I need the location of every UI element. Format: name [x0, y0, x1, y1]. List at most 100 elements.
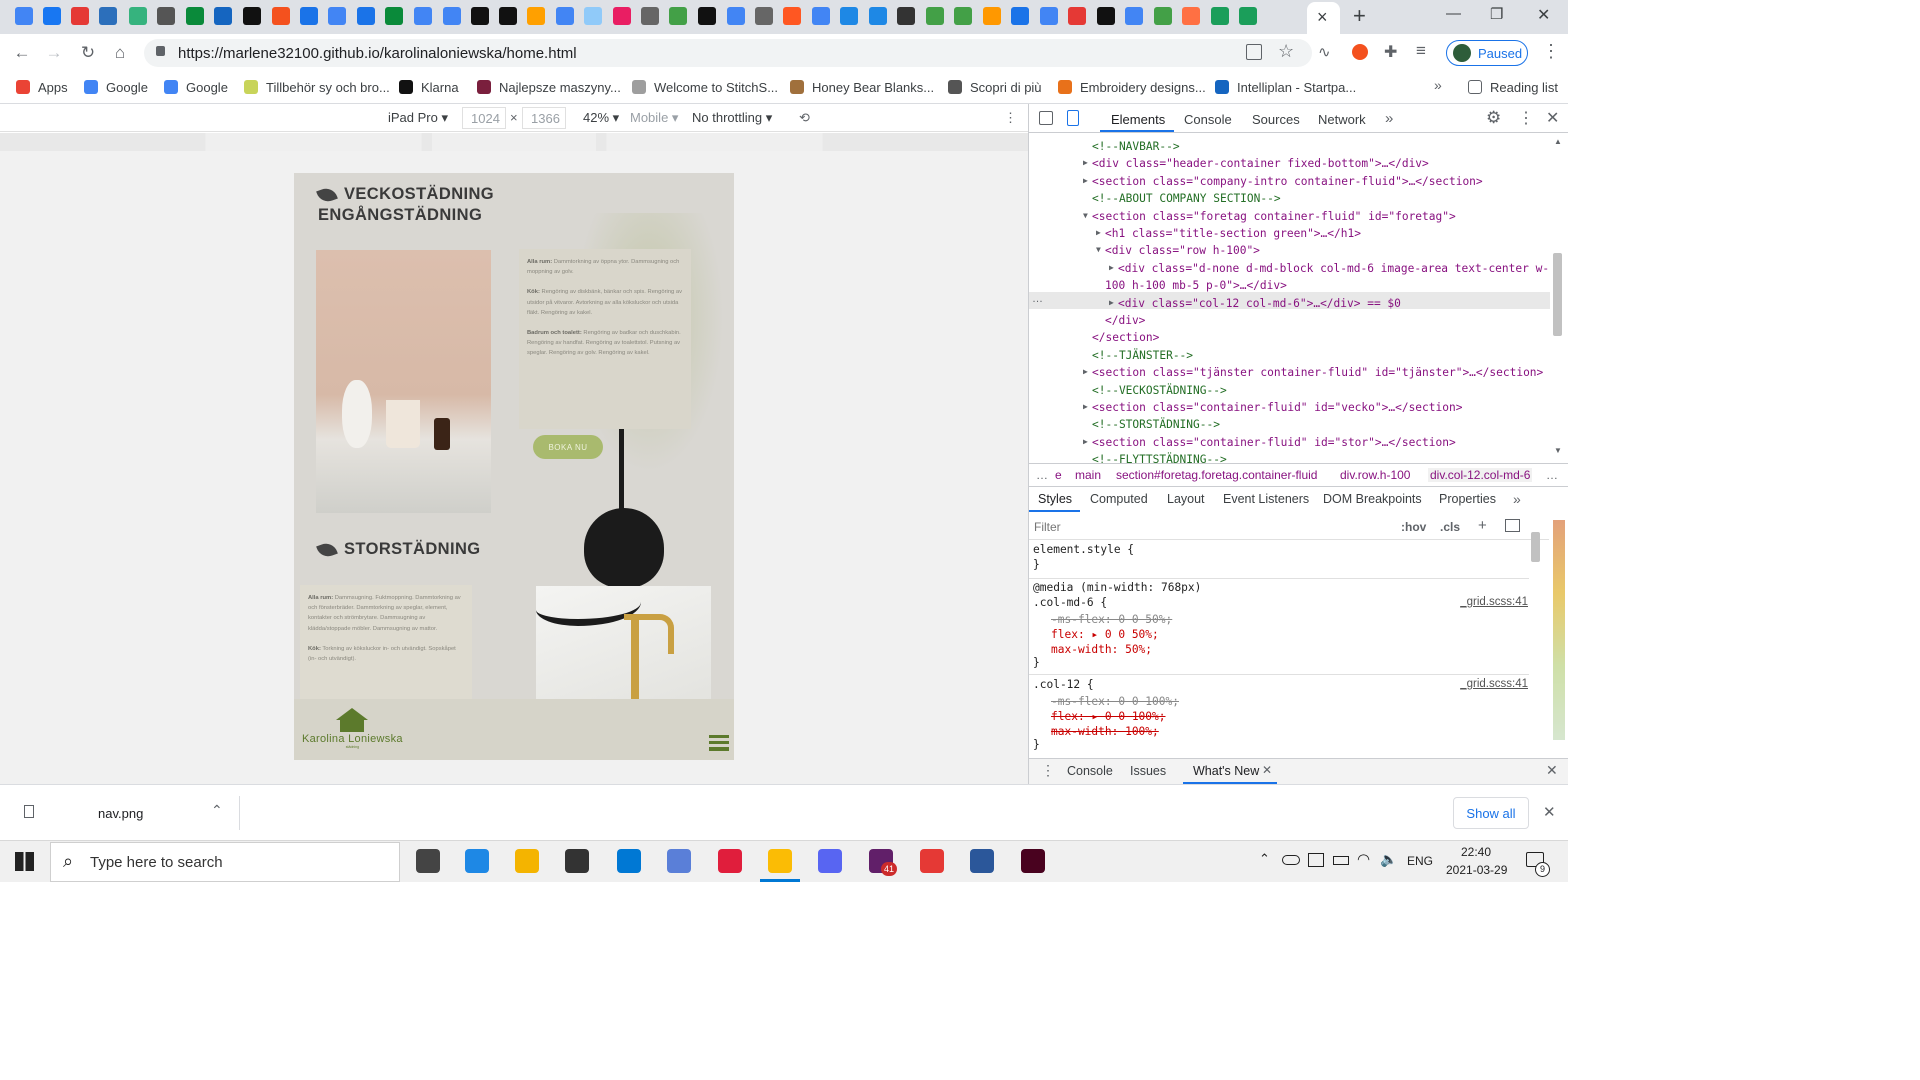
clock-date[interactable]: 2021-03-29 — [1446, 863, 1507, 877]
chrome-icon[interactable] — [768, 849, 792, 873]
bookmark-item[interactable]: Google — [164, 78, 228, 96]
active-tab[interactable]: × — [1307, 2, 1340, 34]
styles-filter-input[interactable] — [1034, 518, 1389, 536]
discord-icon[interactable] — [818, 849, 842, 873]
dom-node[interactable]: ▶ <div class="col-12 col-md-6">…</div> ==… — [1109, 297, 1401, 310]
tab-favicon-icon[interactable] — [1040, 7, 1058, 25]
styles-scrollbar[interactable] — [1531, 532, 1540, 562]
tab-favicon-icon[interactable] — [840, 7, 858, 25]
style-line[interactable]: flex: ▸ 0 0 50%; — [1033, 628, 1159, 641]
device-toggle-icon[interactable] — [1067, 110, 1079, 126]
opera-icon[interactable] — [718, 849, 742, 873]
tab-favicon-icon[interactable] — [71, 7, 89, 25]
tab-favicon-icon[interactable] — [698, 7, 716, 25]
breadcrumb-item[interactable]: e — [1055, 468, 1062, 482]
tab-favicon-icon[interactable] — [1068, 7, 1086, 25]
tab-favicon-icon[interactable] — [300, 7, 318, 25]
styles-tab[interactable]: Layout — [1167, 492, 1205, 506]
dom-node[interactable]: </section> — [1092, 331, 1159, 344]
bookmark-item[interactable]: Klarna — [399, 78, 459, 96]
tab-favicon-icon[interactable] — [414, 7, 432, 25]
bookmark-item[interactable]: Apps — [16, 78, 68, 96]
close-whats-new-icon[interactable]: ✕ — [1262, 763, 1272, 777]
style-line[interactable]: @media (min-width: 768px) — [1033, 581, 1201, 594]
expand-arrow-icon[interactable]: ▶ — [1109, 263, 1114, 272]
reading-list-button[interactable]: Reading list — [1468, 78, 1558, 96]
tab-favicon-icon[interactable] — [897, 7, 915, 25]
cls-toggle[interactable]: .cls — [1440, 520, 1460, 534]
tab-favicon-icon[interactable] — [926, 7, 944, 25]
dom-node[interactable]: </div> — [1105, 314, 1145, 327]
inspect-element-icon[interactable] — [1039, 111, 1053, 125]
task-view-icon[interactable] — [416, 849, 440, 873]
devtools-tab[interactable]: Elements — [1111, 112, 1165, 127]
extensions-puzzle-icon[interactable]: ✚ — [1384, 42, 1397, 62]
tab-favicon-icon[interactable] — [186, 7, 204, 25]
style-line[interactable]: } — [1033, 656, 1040, 669]
tab-favicon-icon[interactable] — [1125, 7, 1143, 25]
language-indicator[interactable]: ENG — [1407, 854, 1433, 868]
breadcrumb-item[interactable]: … — [1546, 468, 1558, 482]
tab-favicon-icon[interactable] — [584, 7, 602, 25]
devtools-more-tabs[interactable]: » — [1385, 110, 1393, 127]
wifi-icon[interactable]: ◠ — [1357, 850, 1370, 868]
bookmark-item[interactable]: Honey Bear Blanks... — [790, 78, 934, 96]
style-line[interactable]: max-width: 100%; — [1033, 725, 1159, 738]
devtools-menu-icon[interactable]: ⋮ — [1518, 108, 1534, 128]
tab-favicon-icon[interactable] — [272, 7, 290, 25]
styles-pane[interactable]: element.style {} @media (min-width: 768px… — [1029, 543, 1529, 758]
dom-node[interactable]: <!--STORSTÄDNING--> — [1092, 418, 1220, 431]
reload-icon[interactable]: ↻ — [77, 42, 99, 64]
tab-favicon-icon[interactable] — [1211, 7, 1229, 25]
style-line[interactable]: } — [1033, 738, 1040, 751]
expand-arrow-icon[interactable]: ▼ — [1083, 211, 1088, 220]
hov-toggle[interactable]: :hov — [1401, 520, 1426, 534]
close-window-button[interactable]: ✕ — [1537, 5, 1550, 25]
dom-node[interactable]: <!--TJÄNSTER--> — [1092, 349, 1193, 362]
tab-favicon-icon[interactable] — [641, 7, 659, 25]
dom-node[interactable]: <!--VECKOSTÄDNING--> — [1092, 384, 1227, 397]
dom-node[interactable]: ▶ <section class="tjänster container-flui… — [1083, 366, 1543, 379]
tab-favicon-icon[interactable] — [527, 7, 545, 25]
tab-favicon-icon[interactable] — [243, 7, 261, 25]
media-queue-icon[interactable]: ≡ — [1416, 41, 1426, 61]
tab-favicon-icon[interactable] — [1154, 7, 1172, 25]
bookmark-item[interactable]: Scopri di più — [948, 78, 1042, 96]
book-now-button[interactable]: BOKA NU — [533, 435, 603, 459]
tab-favicon-icon[interactable] — [556, 7, 574, 25]
tab-favicon-icon[interactable] — [727, 7, 745, 25]
drawer-tab[interactable]: What's New — [1193, 764, 1259, 778]
bookmark-item[interactable]: Google — [84, 78, 148, 96]
new-rule-icon[interactable]: + — [1478, 517, 1487, 534]
mail-icon[interactable] — [617, 849, 641, 873]
bookmark-item[interactable]: Najlepsze maszyny... — [477, 78, 621, 96]
tab-favicon-icon[interactable] — [385, 7, 403, 25]
expand-arrow-icon[interactable]: ▶ — [1083, 437, 1088, 446]
tab-favicon-icon[interactable] — [328, 7, 346, 25]
breadcrumb-item[interactable]: div.col-12.col-md-6 — [1428, 468, 1533, 482]
tab-favicon-icon[interactable] — [443, 7, 461, 25]
devtools-tab[interactable]: Sources — [1252, 112, 1300, 127]
style-line[interactable]: max-width: 50%; — [1033, 643, 1152, 656]
styles-tab[interactable]: Properties — [1439, 492, 1496, 506]
close-drawer-icon[interactable]: ✕ — [1546, 762, 1558, 779]
devtools-tab[interactable]: Network — [1318, 112, 1366, 127]
breadcrumb-item[interactable]: … — [1036, 468, 1048, 482]
expand-arrow-icon[interactable]: ▶ — [1083, 402, 1088, 411]
bookmark-item[interactable]: Embroidery designs... — [1058, 78, 1206, 96]
dom-node[interactable]: <!--ABOUT COMPANY SECTION--> — [1092, 192, 1281, 205]
mobile-select[interactable]: Mobile ▾ — [630, 110, 678, 126]
tab-favicon-icon[interactable] — [43, 7, 61, 25]
media-query-ruler[interactable] — [0, 133, 1028, 151]
hamburger-menu-icon[interactable] — [709, 735, 729, 751]
close-tab-icon[interactable]: × — [1317, 7, 1328, 28]
back-icon[interactable]: ← — [11, 42, 33, 64]
dom-node[interactable]: ▶ <section class="container-fluid" id="st… — [1083, 436, 1456, 449]
dom-node[interactable]: ▶ <div class="header-container fixed-bott… — [1083, 157, 1429, 170]
bookmark-item[interactable]: Intelliplan - Startpa... — [1215, 78, 1356, 96]
style-line[interactable]: } — [1033, 558, 1040, 571]
brand-logo[interactable]: Karolina Loniewska städning — [302, 708, 403, 749]
tab-favicon-icon[interactable] — [783, 7, 801, 25]
bookmark-star-icon[interactable]: ☆ — [1278, 41, 1294, 62]
expand-arrow-icon[interactable]: ▶ — [1109, 298, 1114, 307]
